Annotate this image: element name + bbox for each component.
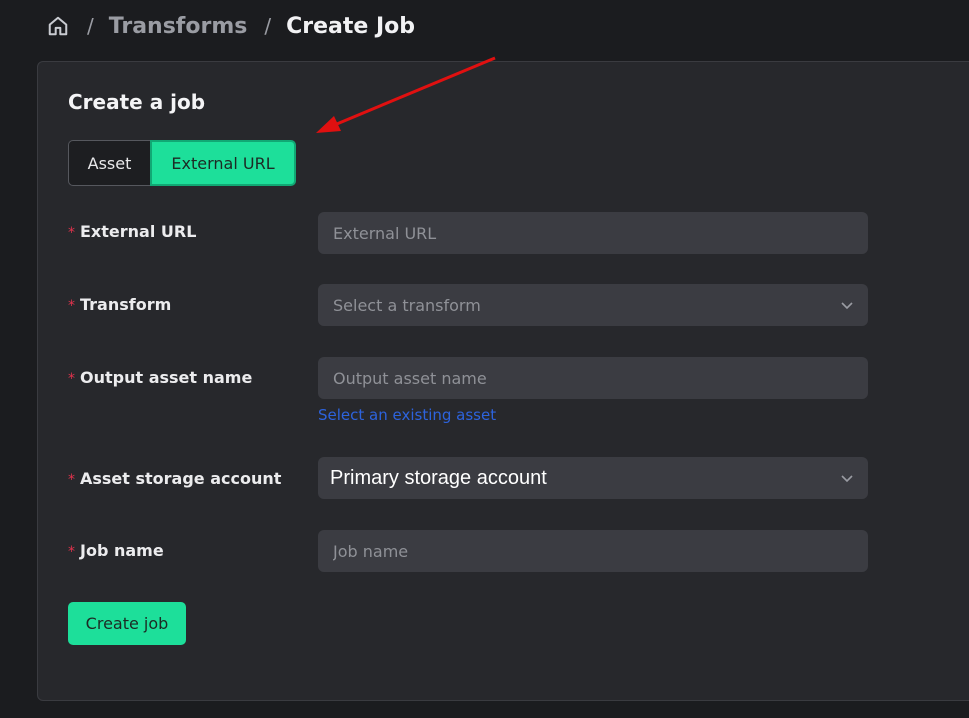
- asset-tab-button[interactable]: Asset: [68, 140, 150, 186]
- chevron-down-icon: [841, 302, 853, 310]
- asset-storage-account-label: * Asset storage account: [68, 469, 281, 488]
- chevron-down-icon: [841, 475, 853, 483]
- breadcrumb-separator: /: [264, 14, 272, 38]
- external-url-label: * External URL: [68, 222, 196, 241]
- transform-select-placeholder: Select a transform: [333, 295, 481, 315]
- card-title: Create a job: [68, 90, 206, 114]
- external-url-input[interactable]: [318, 212, 868, 254]
- home-icon[interactable]: [46, 14, 70, 38]
- select-existing-asset-link[interactable]: Select an existing asset: [318, 406, 496, 424]
- asset-storage-account-select[interactable]: Primary storage account: [318, 457, 868, 499]
- transform-select[interactable]: Select a transform: [318, 284, 868, 326]
- create-job-card: Create a job Asset External URL * Externa…: [37, 61, 969, 701]
- job-name-label-text: Job name: [80, 541, 164, 560]
- breadcrumb-separator: /: [87, 14, 94, 38]
- required-marker: *: [68, 298, 75, 314]
- breadcrumb-transforms-link[interactable]: Transforms: [109, 14, 248, 39]
- required-marker: *: [68, 472, 75, 488]
- asset-storage-account-label-text: Asset storage account: [80, 469, 282, 488]
- external-url-tab-button[interactable]: External URL: [150, 140, 296, 186]
- external-url-label-text: External URL: [80, 222, 197, 241]
- output-asset-name-label-text: Output asset name: [80, 368, 253, 387]
- create-job-button[interactable]: Create job: [68, 602, 186, 645]
- page-title: Create Job: [286, 13, 416, 39]
- required-marker: *: [68, 544, 75, 560]
- breadcrumb: / Transforms / Create Job: [46, 10, 415, 42]
- asset-storage-account-value: Primary storage account: [330, 466, 547, 489]
- source-type-toggle: Asset External URL: [68, 140, 296, 186]
- required-marker: *: [68, 371, 75, 387]
- required-marker: *: [68, 225, 75, 241]
- transform-label: * Transform: [68, 295, 171, 314]
- transform-label-text: Transform: [80, 295, 172, 314]
- job-name-label: * Job name: [68, 541, 164, 560]
- output-asset-name-input[interactable]: [318, 357, 868, 399]
- output-asset-name-label: * Output asset name: [68, 368, 252, 387]
- job-name-input[interactable]: [318, 530, 868, 572]
